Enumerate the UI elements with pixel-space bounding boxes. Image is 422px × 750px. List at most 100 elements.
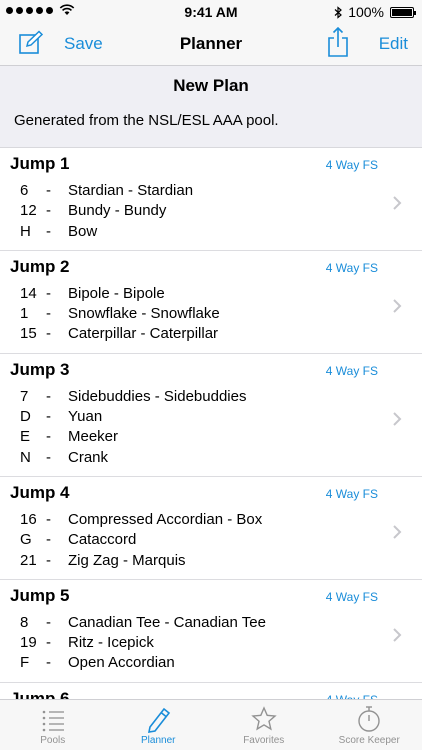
formation-code: N xyxy=(20,448,31,466)
formation-item: 19- Ritz - Icepick xyxy=(20,633,422,653)
formation-code: 8 xyxy=(20,613,29,631)
formation-list: 6- Stardian - Stardian 12- Bundy - Bundy H - B… xyxy=(10,181,422,242)
formation-code: 14 xyxy=(20,284,37,302)
formation-item: H - Bow xyxy=(20,222,422,242)
tab-score-keeper[interactable]: Score Keeper xyxy=(317,700,422,750)
pencil-icon xyxy=(148,707,171,733)
chevron-right-icon xyxy=(393,196,402,210)
chevron-right-icon xyxy=(393,299,402,313)
navigation-bar: Save Planner Edit xyxy=(0,24,422,66)
formation-item: 7- Sidebuddies - Sidebuddies xyxy=(20,387,422,407)
chevron-right-icon xyxy=(393,412,402,426)
formation-name: Meeker xyxy=(68,428,119,446)
formation-name: Bow xyxy=(68,222,98,240)
jump-row[interactable]: Jump 24 Way FS 14- Bipole - Bipole 1- Snowfl… xyxy=(0,250,422,354)
jump-discipline-badge: 4 Way FS xyxy=(325,589,378,604)
formation-name: Snowflake - Snowflake xyxy=(68,305,220,323)
formation-separator: - xyxy=(46,613,51,631)
tab-planner[interactable]: Planner xyxy=(106,700,212,750)
jump-row[interactable]: Jump 14 Way FS 6- Stardian - Stardian 12- Bu… xyxy=(0,148,422,251)
star-icon xyxy=(251,706,277,731)
formation-separator: - xyxy=(46,654,51,672)
formation-item: 14- Bipole - Bipole xyxy=(20,284,422,304)
formation-name: Open Accordian xyxy=(68,654,175,672)
formation-separator: - xyxy=(46,305,51,323)
formation-item: 12- Bundy - Bundy xyxy=(20,201,422,221)
status-right: 100% xyxy=(334,4,416,20)
formation-code: 12 xyxy=(20,202,37,220)
formation-code: 21 xyxy=(20,551,37,569)
formation-item: 16- Compressed Accordian - Box xyxy=(20,510,422,530)
stopwatch-icon xyxy=(358,706,380,732)
tab-label: Score Keeper xyxy=(338,735,400,746)
formation-name: Ritz - Icepick xyxy=(68,634,154,652)
tab-pools[interactable]: Pools xyxy=(0,700,106,750)
formation-code: 7 xyxy=(20,387,29,405)
formation-name: Stardian - Stardian xyxy=(68,182,194,199)
formation-item: N - Crank xyxy=(20,448,422,468)
formation-code: F xyxy=(20,654,30,672)
formation-item: F - Open Accordian xyxy=(20,653,422,673)
tab-favorites[interactable]: Favorites xyxy=(211,700,317,750)
plan-description: Generated from the NSL/ESL AAA pool. xyxy=(14,112,279,129)
status-bar: 9:41 AM 100% xyxy=(0,0,422,24)
formation-name: Bipole - Bipole xyxy=(68,284,165,302)
edit-button[interactable]: Edit xyxy=(379,34,408,54)
compose-icon[interactable] xyxy=(18,30,44,56)
formation-separator: - xyxy=(46,531,51,549)
formation-separator: - xyxy=(46,222,51,240)
jump-row[interactable]: Jump 64 Way FS xyxy=(0,682,422,699)
formation-code: E xyxy=(20,428,31,446)
plan-header: New Plan Generated from the NSL/ESL AAA … xyxy=(0,66,422,148)
tab-label: Favorites xyxy=(243,735,285,746)
formation-separator: - xyxy=(46,387,51,405)
jump-discipline-badge: 4 Way FS xyxy=(325,260,378,275)
formation-code: G xyxy=(20,531,32,549)
formation-item: 6- Stardian - Stardian xyxy=(20,181,422,201)
formation-code: 15 xyxy=(20,325,37,343)
chevron-right-icon xyxy=(393,628,402,642)
formation-separator: - xyxy=(46,182,51,199)
formation-name: Yuan xyxy=(68,408,103,426)
formation-item: 21- Zig Zag - Marquis xyxy=(20,551,422,571)
formation-name: Cataccord xyxy=(68,531,137,549)
formation-name: Zig Zag - Marquis xyxy=(68,551,186,569)
chevron-right-icon xyxy=(393,525,402,539)
formation-list: 8- Canadian Tee - Canadian Tee 19- Ritz - I… xyxy=(10,613,422,674)
formation-code: 16 xyxy=(20,510,37,528)
formation-list: 7- Sidebuddies - Sidebuddies D - Yuan E - Meeke… xyxy=(10,387,422,468)
jump-discipline-badge: 4 Way FS xyxy=(325,363,378,378)
tab-label: Pools xyxy=(40,735,66,746)
share-icon[interactable] xyxy=(327,27,349,57)
formation-code: D xyxy=(20,408,31,426)
formation-separator: - xyxy=(46,284,51,302)
formation-separator: - xyxy=(46,448,51,466)
formation-name: Canadian Tee - Canadian Tee xyxy=(68,613,266,631)
formation-list: 16- Compressed Accordian - Box G - Cataccord… xyxy=(10,510,422,571)
list-icon xyxy=(42,710,64,732)
formation-item: E - Meeker xyxy=(20,427,422,447)
jump-row[interactable]: Jump 44 Way FS 16- Compressed Accordian - … xyxy=(0,476,422,580)
formation-code: 19 xyxy=(20,634,37,652)
formation-item: 15- Caterpillar - Caterpillar xyxy=(20,324,422,344)
plan-title: New Plan xyxy=(173,76,249,95)
formation-separator: - xyxy=(46,634,51,652)
formation-separator: - xyxy=(46,428,51,446)
formation-item: 1- Snowflake - Snowflake xyxy=(20,304,422,324)
formation-item: D - Yuan xyxy=(20,407,422,427)
formation-name: Sidebuddies - Sidebuddies xyxy=(68,387,247,405)
formation-separator: - xyxy=(46,202,51,220)
jump-list: Jump 14 Way FS 6- Stardian - Stardian 12- Bu… xyxy=(0,148,422,699)
formation-separator: - xyxy=(46,510,51,528)
formation-code: H xyxy=(20,222,31,240)
formation-item: 8- Canadian Tee - Canadian Tee xyxy=(20,613,422,633)
save-button[interactable]: Save xyxy=(64,34,103,54)
formation-name: Caterpillar - Caterpillar xyxy=(68,325,219,343)
bluetooth-icon xyxy=(334,5,343,19)
tab-label: Planner xyxy=(141,735,176,746)
jump-row[interactable]: Jump 54 Way FS 8- Canadian Tee - Canadian … xyxy=(0,579,422,683)
formation-name: Bundy - Bundy xyxy=(68,202,167,220)
jump-row[interactable]: Jump 34 Way FS 7- Sidebuddies - Sidebuddie… xyxy=(0,353,422,477)
battery-icon xyxy=(390,6,416,18)
formation-separator: - xyxy=(46,551,51,569)
